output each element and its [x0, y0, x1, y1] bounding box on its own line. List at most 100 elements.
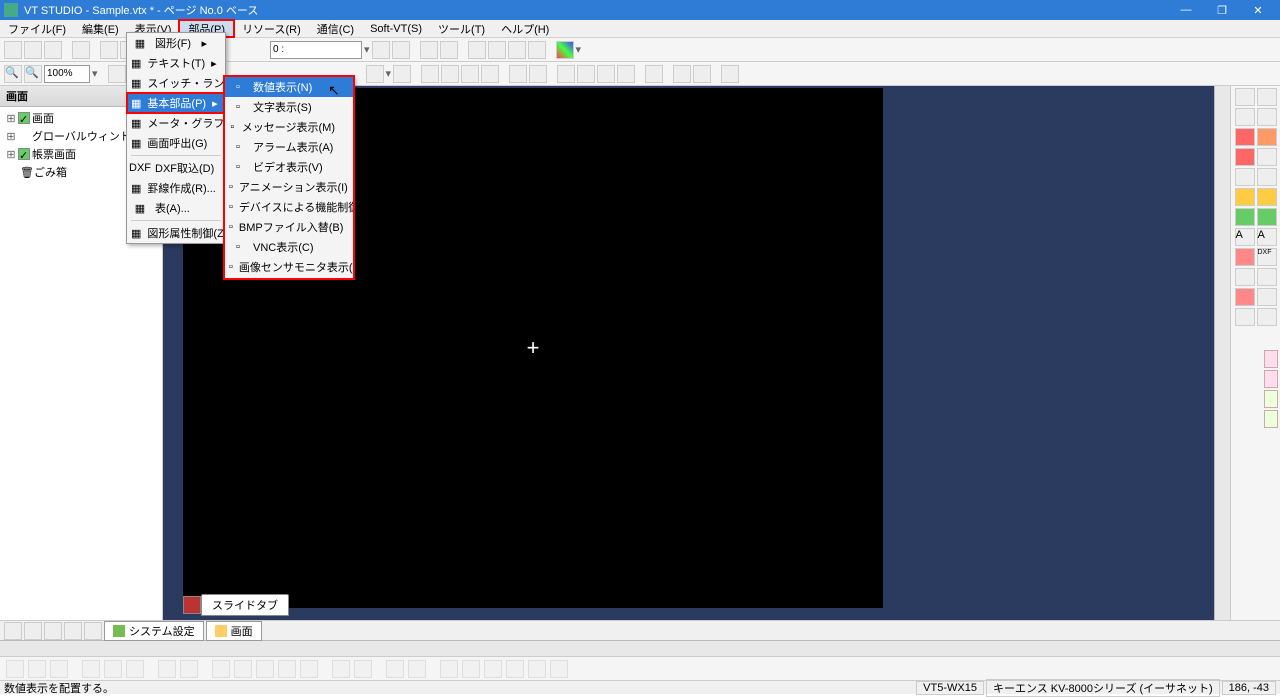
submenu-item[interactable]: ▫メッセージ表示(M)	[225, 117, 353, 137]
tool-tri2[interactable]	[1257, 188, 1277, 206]
align-right[interactable]	[50, 660, 68, 678]
zoom-in-button[interactable]: 🔍	[4, 65, 22, 83]
tool-rect[interactable]	[1235, 108, 1255, 126]
menu-item[interactable]: ▦図形属性制御(Z)...	[127, 223, 225, 243]
tool-arc[interactable]	[1235, 168, 1255, 186]
tab-nav3[interactable]	[44, 622, 62, 640]
monitor-button[interactable]	[645, 65, 663, 83]
menu-item[interactable]: ▦罫線作成(R)...	[127, 178, 225, 198]
run4-button[interactable]	[617, 65, 635, 83]
tool-round[interactable]	[1257, 128, 1277, 146]
menu-resource[interactable]: リソース(R)	[234, 20, 309, 37]
align-middle[interactable]	[104, 660, 122, 678]
minimize-button[interactable]: —	[1168, 0, 1204, 20]
forward[interactable]	[484, 660, 502, 678]
device1-button[interactable]	[509, 65, 527, 83]
tool-m5[interactable]	[1235, 308, 1255, 326]
snap-button[interactable]	[393, 65, 411, 83]
menu-item[interactable]: ▦テキスト(T)▸	[127, 53, 225, 73]
tool-num[interactable]	[1235, 248, 1255, 266]
submenu-item[interactable]: ▫VNC表示(C)	[225, 237, 353, 257]
run3-button[interactable]	[597, 65, 615, 83]
palette-btn-2[interactable]	[1264, 370, 1278, 388]
flip-h[interactable]	[158, 660, 176, 678]
tool-tri[interactable]	[1235, 188, 1255, 206]
menu-softvt[interactable]: Soft-VT(S)	[362, 20, 430, 37]
tab-nav2[interactable]	[24, 622, 42, 640]
dist-h[interactable]	[212, 660, 230, 678]
zoom-input[interactable]	[44, 65, 90, 83]
menu-item[interactable]: ▦表(A)...	[127, 198, 225, 218]
menu-tool[interactable]: ツール(T)	[430, 20, 493, 37]
rotate-l[interactable]	[332, 660, 350, 678]
tool-dxf[interactable]: DXF	[1257, 248, 1277, 266]
palette-btn-3[interactable]	[1264, 390, 1278, 408]
tool-curve[interactable]	[1257, 168, 1277, 186]
horizontal-scrollbar[interactable]	[0, 640, 1280, 656]
dist-v[interactable]	[234, 660, 252, 678]
align2-button[interactable]	[441, 65, 459, 83]
same-size[interactable]	[300, 660, 318, 678]
submenu-item[interactable]: ▫ビデオ表示(V)	[225, 157, 353, 177]
tool-shape2[interactable]	[1257, 148, 1277, 166]
submenu-item[interactable]: ▫BMPファイル入替(B)	[225, 217, 353, 237]
rotate-r[interactable]	[354, 660, 372, 678]
run2-button[interactable]	[577, 65, 595, 83]
close-button[interactable]: ✕	[1240, 0, 1276, 20]
tool-lamp1[interactable]	[1235, 208, 1255, 226]
color-button[interactable]	[556, 41, 574, 59]
menu-file[interactable]: ファイル(F)	[0, 20, 74, 37]
sim2-button[interactable]	[693, 65, 711, 83]
run1-button[interactable]	[557, 65, 575, 83]
same-w[interactable]	[256, 660, 274, 678]
flip-v[interactable]	[180, 660, 198, 678]
submenu-item[interactable]: ▫アニメーション表示(I)	[225, 177, 353, 197]
cut-button[interactable]	[100, 41, 118, 59]
layer-button[interactable]	[108, 65, 126, 83]
align-bottom[interactable]	[126, 660, 144, 678]
menu-item[interactable]: ▦画面呼出(G)	[127, 133, 225, 153]
nav-down-button[interactable]	[372, 41, 390, 59]
tab-nav4[interactable]	[64, 622, 82, 640]
tool-m6[interactable]	[1257, 308, 1277, 326]
menu-item[interactable]: ▦図形(F)▸	[127, 33, 225, 53]
front[interactable]	[440, 660, 458, 678]
back[interactable]	[462, 660, 480, 678]
config-button[interactable]	[721, 65, 739, 83]
tab-nav1[interactable]	[4, 622, 22, 640]
palette-btn-1[interactable]	[1264, 350, 1278, 368]
tab-nav5[interactable]	[84, 622, 102, 640]
nav-up-button[interactable]	[392, 41, 410, 59]
tab-system-settings[interactable]: システム設定	[104, 621, 204, 641]
tool-m3[interactable]	[1235, 288, 1255, 306]
undo-button[interactable]	[420, 41, 438, 59]
tool-m2[interactable]	[1257, 268, 1277, 286]
tool-circle[interactable]	[1235, 128, 1255, 146]
maximize-button[interactable]: ❐	[1204, 0, 1240, 20]
tool-b-button[interactable]	[488, 41, 506, 59]
tool-m4[interactable]	[1257, 288, 1277, 306]
order1[interactable]	[528, 660, 546, 678]
page-combo[interactable]	[270, 41, 362, 59]
submenu-item[interactable]: ▫画像センサモニタ表示(X)	[225, 257, 353, 277]
save-button[interactable]	[44, 41, 62, 59]
tool-text2[interactable]: A	[1257, 228, 1277, 246]
tool-a-button[interactable]	[468, 41, 486, 59]
submenu-item[interactable]: ▫デバイスによる機能制御(D)	[225, 197, 353, 217]
align1-button[interactable]	[421, 65, 439, 83]
device2-button[interactable]	[529, 65, 547, 83]
group[interactable]	[386, 660, 404, 678]
menu-comm[interactable]: 通信(C)	[309, 20, 362, 37]
align4-button[interactable]	[481, 65, 499, 83]
submenu-item[interactable]: ▫数値表示(N)	[225, 77, 353, 97]
slide-tab[interactable]: スライドタブ	[183, 594, 289, 616]
tool-c-button[interactable]	[508, 41, 526, 59]
tool-d-button[interactable]	[528, 41, 546, 59]
tool-lamp2[interactable]	[1257, 208, 1277, 226]
tool-m1[interactable]	[1235, 268, 1255, 286]
backward[interactable]	[506, 660, 524, 678]
align3-button[interactable]	[461, 65, 479, 83]
redo-button[interactable]	[440, 41, 458, 59]
menu-item[interactable]: ▦メータ・グラフ(M)▸	[127, 113, 225, 133]
grid-button[interactable]	[366, 65, 384, 83]
